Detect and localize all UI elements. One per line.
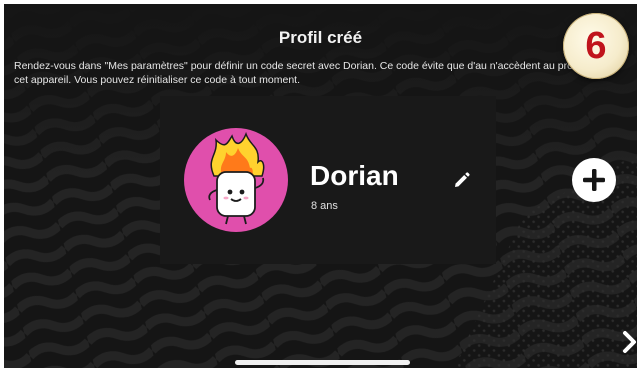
profile-card[interactable]: Dorian 8 ans	[160, 96, 496, 264]
secret-code-notice: Rendez-vous dans "Mes paramètres" pour d…	[14, 60, 615, 86]
step-number-badge: 6	[563, 13, 629, 79]
plus-icon	[583, 169, 605, 191]
profile-name: Dorian	[310, 160, 399, 191]
chevron-right-icon[interactable]	[622, 330, 637, 354]
profile-age: 8 ans	[311, 200, 338, 212]
home-indicator[interactable]	[235, 360, 410, 365]
profile-avatar[interactable]	[184, 128, 288, 232]
pencil-icon	[455, 172, 470, 187]
edit-profile-button[interactable]	[450, 170, 472, 192]
page-title: Profil créé	[278, 28, 363, 47]
add-profile-button[interactable]	[572, 158, 616, 202]
app-screen: Profil créé Rendez-vous dans "Mes paramè…	[4, 4, 637, 368]
marshmallow-flame-avatar-icon	[208, 131, 265, 225]
